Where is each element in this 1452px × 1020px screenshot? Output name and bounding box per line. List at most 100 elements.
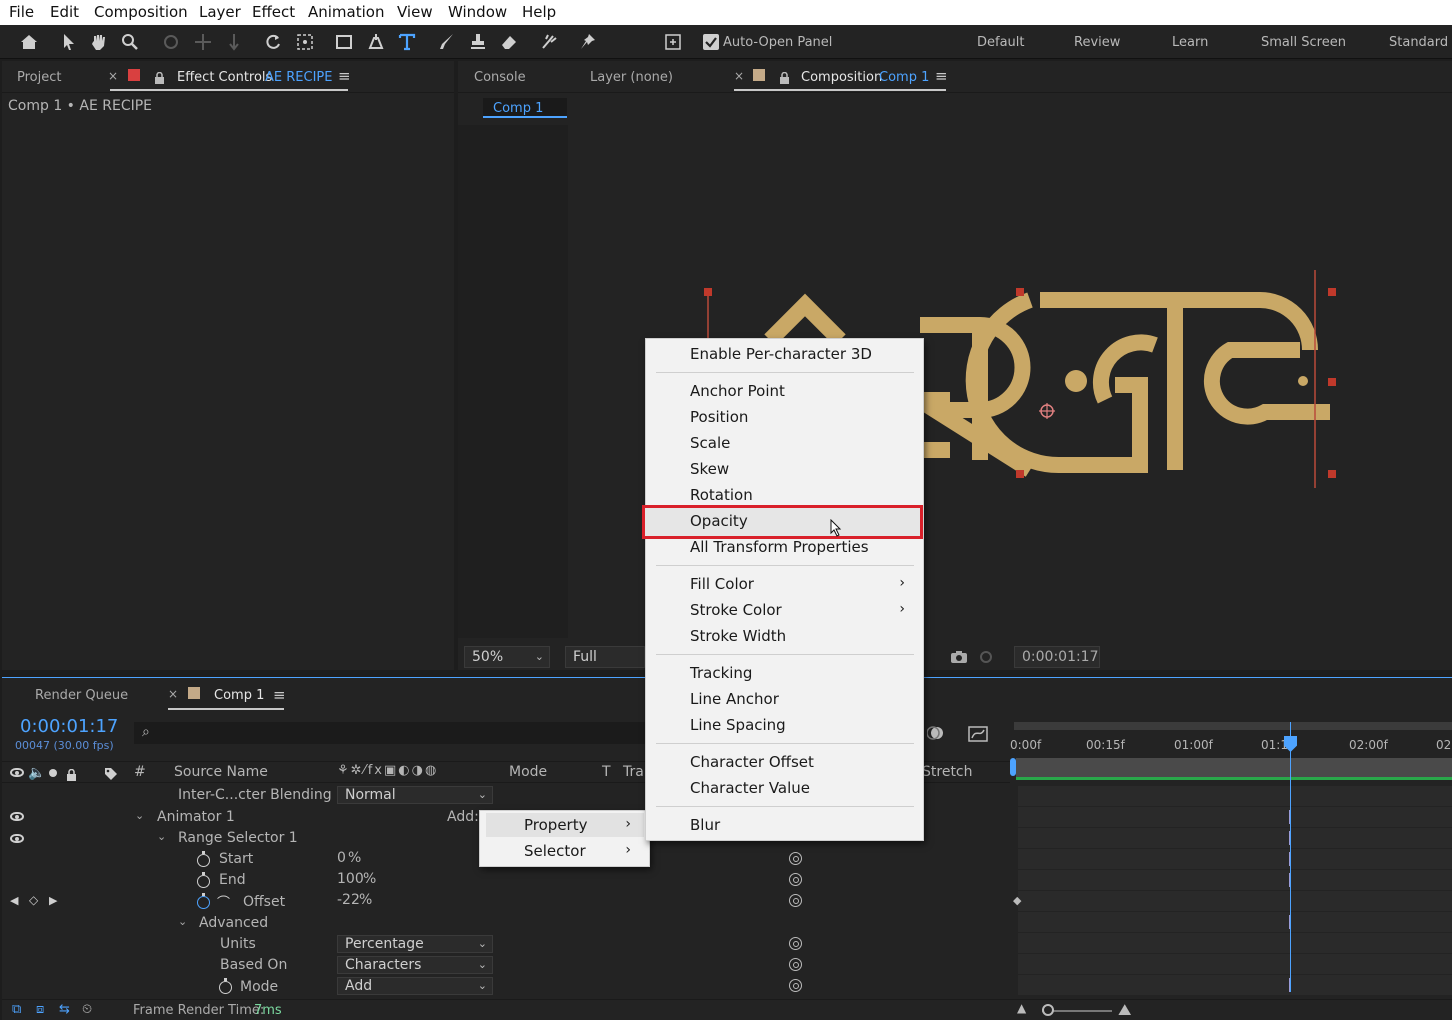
panel-menu-icon[interactable]: ≡	[273, 686, 286, 704]
home-icon[interactable]	[16, 29, 42, 55]
tab-composition[interactable]: Composition	[801, 70, 882, 85]
next-keyframe-icon[interactable]: ▶	[49, 894, 57, 907]
work-area-start[interactable]	[1010, 758, 1016, 776]
expression-pickwhip-icon[interactable]	[789, 979, 802, 992]
offset-keyframe[interactable]: ◆	[1013, 894, 1021, 907]
chevron-down-icon[interactable]: ⌄	[157, 830, 166, 843]
label-tag-icon[interactable]	[104, 766, 118, 785]
panel-menu-icon[interactable]: ≡	[935, 67, 948, 85]
chevron-down-icon[interactable]: ⌄	[135, 809, 144, 822]
auto-open-checkbox[interactable]	[703, 34, 719, 50]
range-selector-name[interactable]: Range Selector 1	[178, 830, 298, 846]
workspace-review[interactable]: Review	[1074, 35, 1120, 50]
orbit-tool-icon[interactable]	[158, 29, 184, 55]
tab-console[interactable]: Console	[474, 70, 526, 85]
brush-tool-icon[interactable]	[434, 29, 460, 55]
zoom-out-icon[interactable]: ▲	[1017, 1001, 1026, 1015]
type-tool-icon[interactable]	[394, 29, 420, 55]
render-time-icon[interactable]: ⏲	[82, 1002, 92, 1017]
offset-value[interactable]: -22	[337, 892, 360, 908]
menu-view[interactable]: View	[397, 3, 433, 21]
close-icon[interactable]: ×	[168, 687, 178, 701]
tab-project[interactable]: Project	[17, 70, 61, 85]
pan-tool-icon[interactable]	[190, 29, 216, 55]
tab-render-queue[interactable]: Render Queue	[35, 688, 128, 703]
work-area-bar[interactable]	[1014, 722, 1452, 730]
pen-tool-icon[interactable]	[363, 29, 389, 55]
roto-brush-tool-icon[interactable]	[536, 29, 562, 55]
lock-column-icon[interactable]	[66, 766, 77, 785]
panel-menu-icon[interactable]: ≡	[338, 67, 351, 85]
add-keyframe-icon[interactable]: ◇	[29, 893, 38, 907]
stopwatch-icon[interactable]	[197, 872, 210, 888]
menu-layer[interactable]: Layer	[199, 3, 241, 21]
menu-window[interactable]: Window	[448, 3, 507, 21]
menu-edit[interactable]: Edit	[50, 3, 79, 21]
time-ruler[interactable]: 0:00f 00:15f 01:00f 01:1 02:00f 02:	[1010, 722, 1452, 760]
expression-pickwhip-icon[interactable]	[789, 873, 802, 886]
zoom-dropdown[interactable]: 50% ⌄	[464, 646, 550, 668]
expression-pickwhip-icon[interactable]	[789, 937, 802, 950]
current-time[interactable]: 0:00:01:17	[20, 716, 118, 737]
snapping-icon[interactable]	[660, 29, 686, 55]
lock-icon[interactable]	[154, 69, 165, 84]
hand-tool-icon[interactable]	[86, 29, 112, 55]
comp-breadcrumb-chip[interactable]: Comp 1	[483, 98, 567, 118]
advanced-label[interactable]: Advanced	[199, 915, 268, 931]
stopwatch-icon[interactable]	[197, 851, 210, 867]
eraser-tool-icon[interactable]	[496, 29, 522, 55]
menu-item-all-transform-properties[interactable]: All Transform Properties	[690, 538, 869, 556]
zoom-tool-icon[interactable]	[117, 29, 143, 55]
clone-stamp-tool-icon[interactable]	[465, 29, 491, 55]
workspace-default[interactable]: Default	[977, 35, 1025, 50]
lock-icon[interactable]	[779, 69, 790, 84]
menu-item-stroke-width[interactable]: Stroke Width	[690, 627, 786, 645]
menu-item-scale[interactable]: Scale	[690, 434, 730, 452]
show-snapshot-icon[interactable]	[978, 649, 994, 663]
menu-item-stroke-color[interactable]: Stroke Color	[690, 601, 782, 619]
toggle-switches-icon[interactable]: ⧉	[12, 1002, 21, 1017]
graph-editor-icon[interactable]	[968, 724, 988, 742]
menu-item-enable-per-character-3d[interactable]: Enable Per-character 3D	[690, 345, 872, 363]
col-source-name[interactable]: Source Name	[174, 764, 268, 780]
add-selector-item[interactable]: Selector	[524, 842, 586, 860]
toggle-modes-icon[interactable]: ⧈	[36, 1002, 44, 1017]
timecode-display[interactable]: 0:00:01:17	[1014, 646, 1100, 668]
menu-item-tracking[interactable]: Tracking	[690, 664, 752, 682]
toggle-in-out-icon[interactable]: ⇆	[59, 1002, 70, 1017]
animator-visibility-icon[interactable]	[10, 812, 24, 821]
layer-search-input[interactable]: ⌕	[134, 722, 654, 744]
close-icon[interactable]: ×	[108, 69, 118, 83]
expression-pickwhip-icon[interactable]	[789, 894, 802, 907]
zoom-slider-handle[interactable]	[1042, 1004, 1054, 1016]
stopwatch-icon[interactable]	[219, 978, 232, 994]
units-dropdown[interactable]: Percentage ⌄	[337, 935, 493, 953]
menu-file[interactable]: File	[9, 3, 34, 21]
rotate-tool-icon[interactable]	[260, 29, 286, 55]
menu-item-fill-color[interactable]: Fill Color	[690, 575, 754, 593]
expression-pickwhip-icon[interactable]	[789, 852, 802, 865]
tab-timeline-comp[interactable]: Comp 1	[214, 688, 264, 703]
menu-item-blur[interactable]: Blur	[690, 816, 720, 834]
prev-keyframe-icon[interactable]: ◀	[10, 894, 18, 907]
expression-pickwhip-icon[interactable]	[789, 958, 802, 971]
pan-behind-tool-icon[interactable]	[292, 29, 318, 55]
end-value[interactable]: 100	[337, 871, 364, 887]
range-selector-visibility-icon[interactable]	[10, 834, 24, 843]
menu-item-line-spacing[interactable]: Line Spacing	[690, 716, 786, 734]
selection-tool-icon[interactable]	[56, 29, 82, 55]
animator-add-label[interactable]: Add:	[447, 809, 479, 825]
layer-duration-bar[interactable]	[1016, 758, 1452, 780]
tab-effect-controls[interactable]: Effect Controls	[177, 70, 272, 85]
resolution-dropdown[interactable]: Full	[565, 646, 645, 668]
menu-item-rotation[interactable]: Rotation	[690, 486, 753, 504]
solo-icon[interactable]	[49, 769, 57, 777]
graph-icon[interactable]: ⌒	[217, 892, 230, 911]
zoom-in-icon[interactable]: ⛰	[1118, 1000, 1131, 1020]
menu-help[interactable]: Help	[522, 3, 556, 21]
chevron-down-icon[interactable]: ⌄	[178, 915, 187, 928]
menu-item-opacity[interactable]: Opacity	[690, 512, 748, 530]
menu-composition[interactable]: Composition	[94, 3, 188, 21]
workspace-standard[interactable]: Standard	[1389, 35, 1448, 50]
menu-item-position[interactable]: Position	[690, 408, 748, 426]
